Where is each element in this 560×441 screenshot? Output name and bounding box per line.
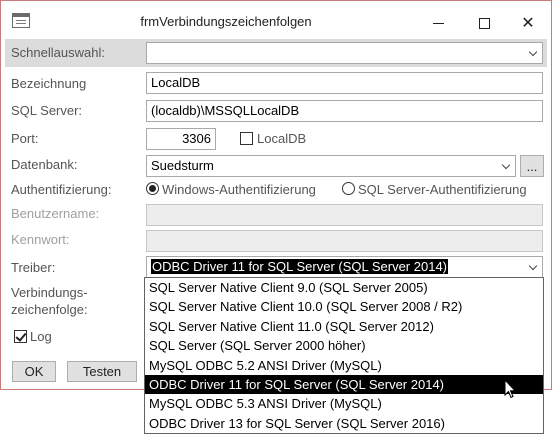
log-label: Log [30, 329, 52, 344]
close-icon: ✕ [521, 15, 535, 32]
dropdown-item[interactable]: SQL Server Native Client 9.0 (SQL Server… [145, 278, 543, 297]
minimize-icon [432, 22, 444, 24]
testen-button[interactable]: Testen [67, 361, 137, 382]
datenbank-value: Suedsturm [151, 158, 214, 173]
windows-auth-radio[interactable] [146, 182, 159, 195]
port-label: Port: [11, 131, 39, 146]
authentifizierung-label: Authentifizierung: [11, 182, 112, 197]
windows-auth-label: Windows-Authentifizierung [162, 182, 316, 197]
sqlserver-field[interactable]: (localdb)\MSSQLLocalDB [146, 100, 543, 122]
kennwort-field[interactable] [146, 230, 543, 252]
dropdown-item[interactable]: SQL Server Native Client 10.0 (SQL Serve… [145, 297, 543, 316]
dropdown-item[interactable]: SQL Server Native Client 11.0 (SQL Serve… [145, 317, 543, 336]
treiber-combo[interactable]: ODBC Driver 11 for SQL Server (SQL Serve… [146, 256, 543, 278]
treiber-value: ODBC Driver 11 for SQL Server (SQL Serve… [151, 259, 449, 274]
sqlserver-auth-label: SQL Server-Authentifizierung [358, 182, 527, 197]
localdb-checkbox[interactable] [240, 132, 253, 145]
log-checkbox[interactable] [14, 330, 27, 343]
dropdown-item[interactable]: ODBC Driver 13 for SQL Server (SQL Serve… [145, 414, 543, 433]
browse-database-button[interactable]: ... [520, 155, 544, 177]
port-field[interactable]: 3306 [146, 128, 216, 150]
maximize-icon [478, 17, 490, 29]
treiber-label: Treiber: [11, 260, 56, 275]
verbindungszeichenfolge-label-line2: zeichenfolge: [11, 302, 88, 317]
benutzername-label: Benutzername: [11, 206, 100, 221]
benutzername-field[interactable] [146, 204, 543, 226]
dropdown-item-selected[interactable]: ODBC Driver 11 for SQL Server (SQL Serve… [145, 375, 543, 395]
dropdown-item[interactable]: MySQL ODBC 5.3 ANSI Driver (MySQL) [145, 394, 543, 413]
bezeichnung-label: Bezeichnung [11, 76, 87, 91]
verbindungszeichenfolge-label-line1: Verbindungs- [11, 285, 88, 300]
datenbank-combo[interactable]: Suedsturm [146, 155, 516, 177]
maximize-button[interactable] [461, 7, 507, 39]
chevron-down-icon[interactable] [524, 43, 542, 63]
chevron-down-icon[interactable] [497, 156, 515, 176]
bezeichnung-field[interactable]: LocalDB [146, 72, 543, 94]
chevron-down-icon[interactable] [524, 257, 542, 277]
schnellauswahl-label: Schnellauswahl: [11, 45, 105, 60]
kennwort-label: Kennwort: [11, 232, 70, 247]
mouse-pointer-icon [504, 379, 516, 399]
ok-button[interactable]: OK [12, 361, 56, 382]
window-title: frmVerbindungszeichenfolgen [140, 14, 312, 29]
dropdown-item[interactable]: MySQL ODBC 5.2 ANSI Driver (MySQL) [145, 356, 543, 375]
sqlserver-auth-radio[interactable] [342, 182, 355, 195]
treiber-dropdown-list[interactable]: SQL Server Native Client 9.0 (SQL Server… [144, 277, 544, 434]
localdb-label: LocalDB [257, 131, 307, 146]
close-button[interactable]: ✕ [505, 7, 551, 39]
datenbank-label: Datenbank: [11, 157, 78, 172]
sqlserver-label: SQL Server: [11, 103, 83, 118]
dropdown-item[interactable]: SQL Server (SQL Server 2000 höher) [145, 336, 543, 355]
minimize-button[interactable] [415, 7, 461, 39]
schnellauswahl-combo[interactable] [146, 42, 543, 64]
